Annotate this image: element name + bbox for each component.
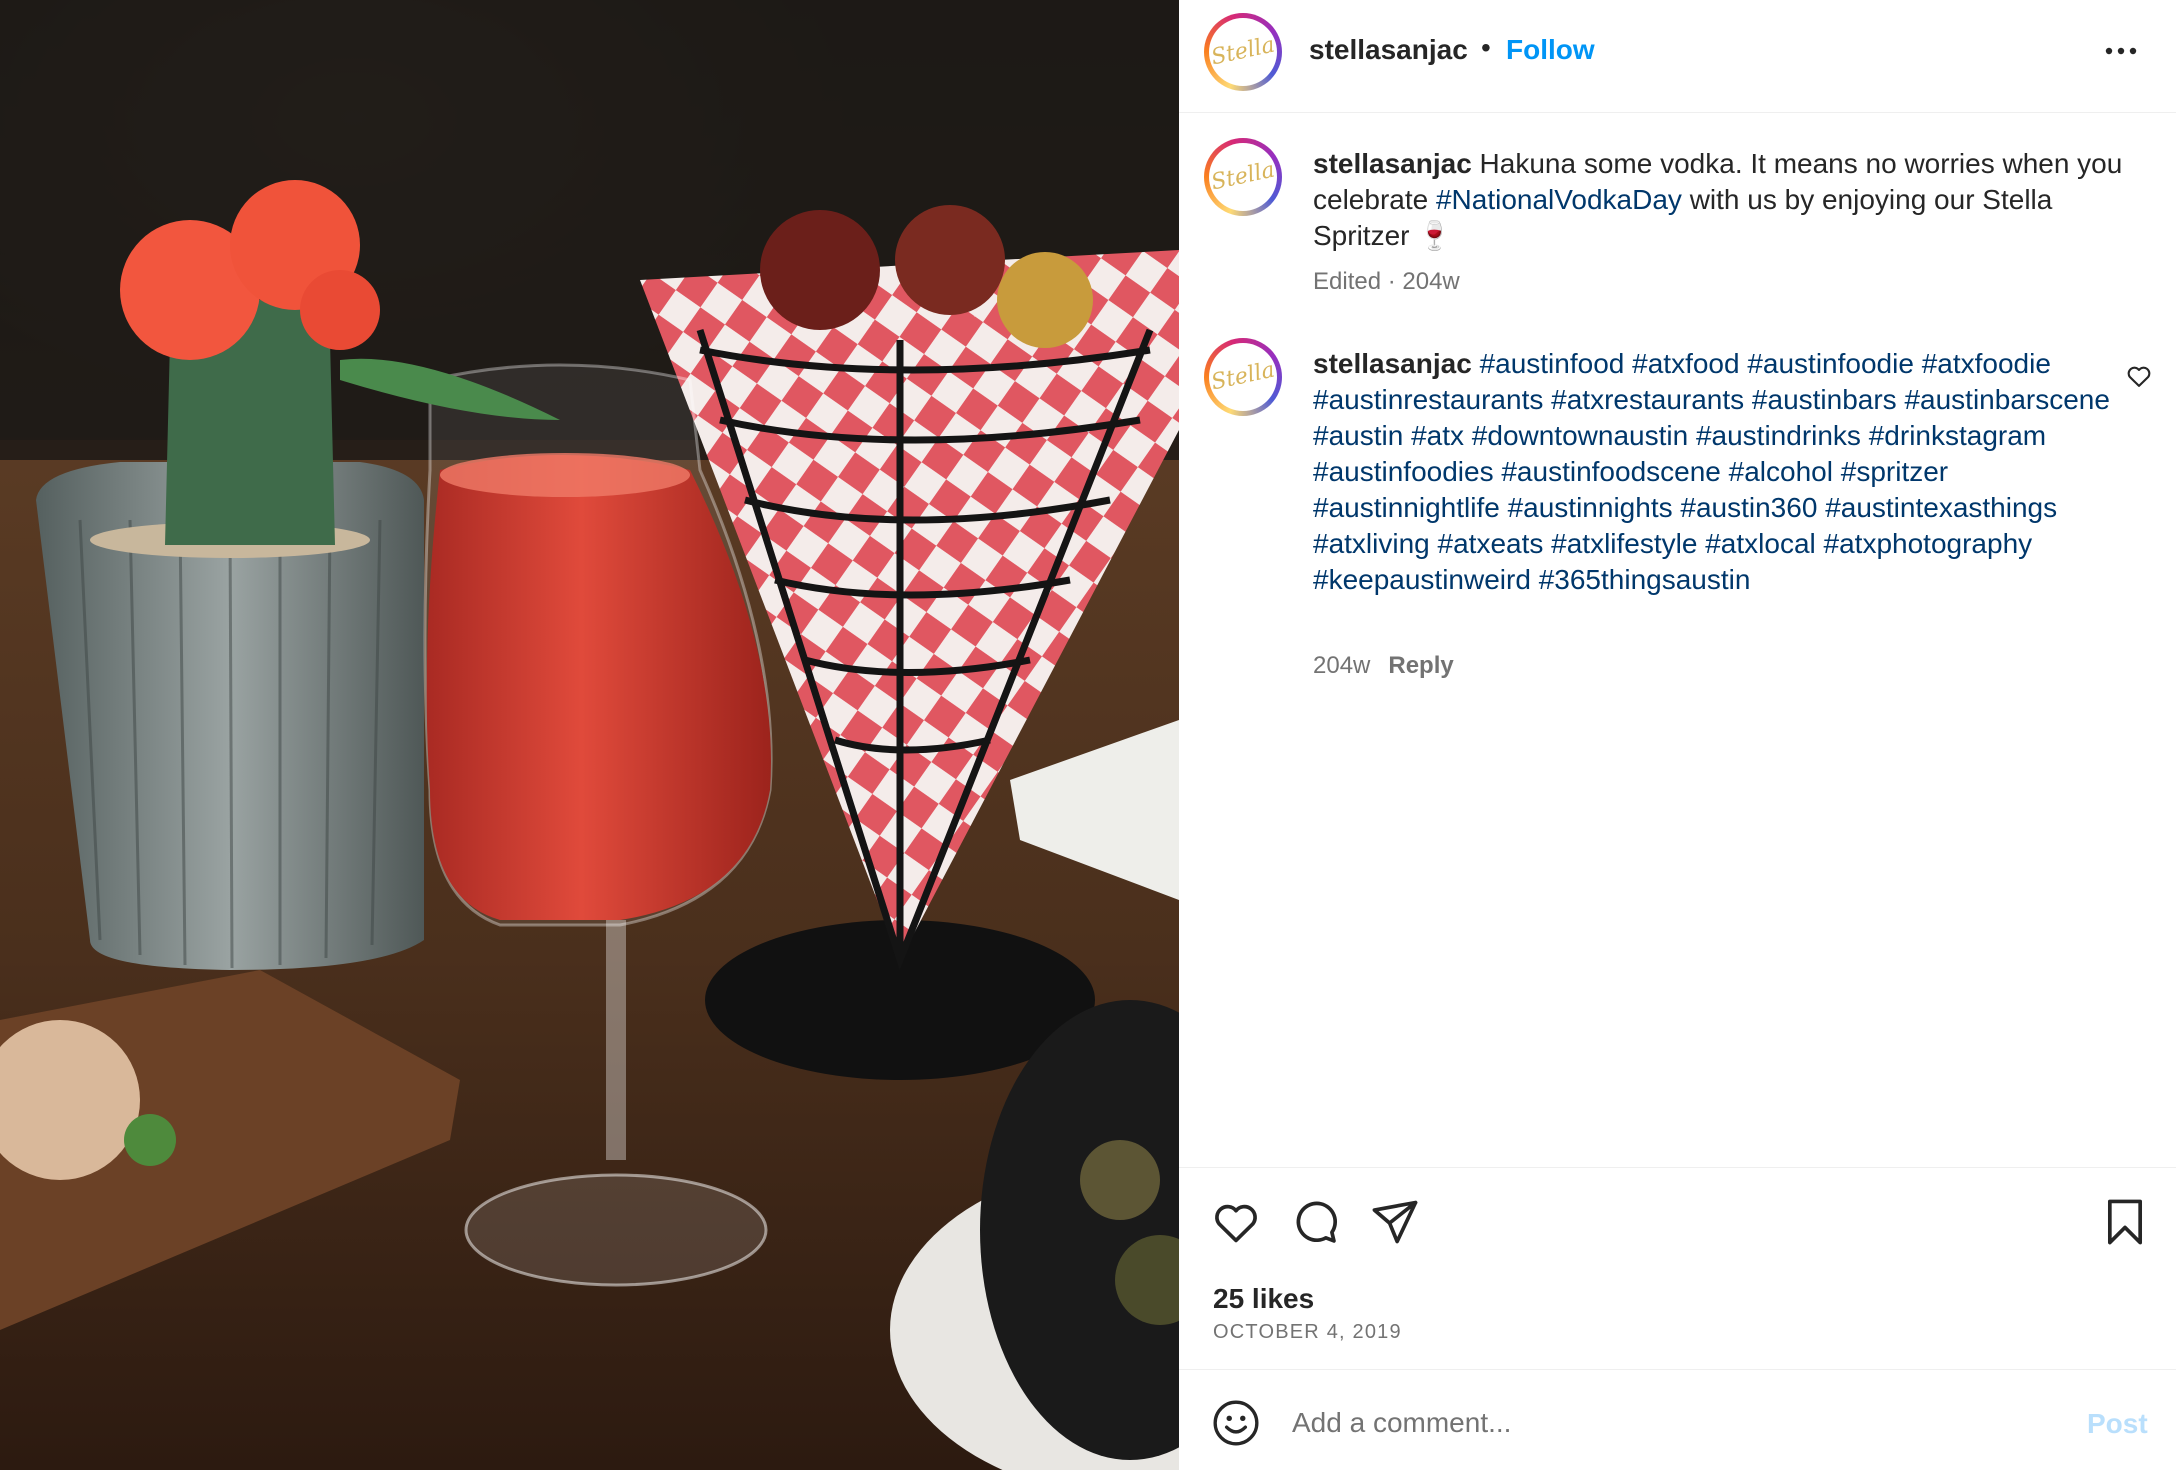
comment-meta: 204w Reply (1313, 652, 1454, 680)
wine-glass-emoji: 🍷 (1417, 220, 1453, 251)
post-photo[interactable] (0, 0, 1179, 1470)
comment-hashtag[interactable]: #365thingsaustin (1539, 564, 1751, 595)
comment-like-heart-icon[interactable] (2125, 362, 2153, 390)
caption-meta: Edited · 204w (1313, 268, 1460, 295)
comment-hashtag[interactable]: #atxphotography (1824, 528, 2033, 559)
comment-hashtag[interactable]: #austindrinks (1696, 420, 1861, 451)
caption-avatar[interactable]: Stella (1204, 138, 1282, 216)
bookmark-icon[interactable] (2099, 1196, 2151, 1248)
stella-logo: Stella (1208, 357, 1277, 396)
post-date: OCTOBER 4, 2019 (1213, 1321, 1402, 1343)
comment-hashtag[interactable]: #austinfoodie (1747, 348, 1914, 379)
reply-button[interactable]: Reply (1388, 652, 1453, 679)
more-horizontal-icon[interactable] (2101, 36, 2141, 66)
emoji-icon[interactable] (1211, 1398, 1261, 1448)
comment-text: stellasanjac #austinfood #atxfood #austi… (1313, 346, 2113, 598)
comment-username[interactable]: stellasanjac (1313, 348, 1472, 379)
comment-hashtag[interactable]: #austinbarscene (1904, 384, 2109, 415)
comment-hashtag[interactable]: #austinfoodies (1313, 456, 1494, 487)
comment-box-divider (1179, 1369, 2176, 1370)
header-divider (1179, 112, 2176, 113)
comment-hashtag[interactable]: #austinbars (1752, 384, 1897, 415)
comment-hashtag[interactable]: #keepaustinweird (1313, 564, 1531, 595)
header-avatar[interactable]: Stella (1204, 13, 1282, 91)
share-icon[interactable] (1369, 1196, 1421, 1248)
actions-divider (1179, 1167, 2176, 1168)
comment-hashtag[interactable]: #atxliving (1313, 528, 1430, 559)
post-details-panel: Stella stellasanjac • Follow Stella stel… (1179, 0, 2176, 1470)
comment-hashtag[interactable]: #drinkstagram (1869, 420, 2046, 451)
comment-hashtag[interactable]: #austinrestaurants (1313, 384, 1543, 415)
caption-username[interactable]: stellasanjac (1313, 148, 1472, 179)
comment-hashtag[interactable]: #austin (1313, 420, 1403, 451)
comment-hashtag[interactable]: #atxeats (1438, 528, 1544, 559)
comment-avatar[interactable]: Stella (1204, 338, 1282, 416)
add-comment-input[interactable] (1292, 1400, 1992, 1446)
comment-time: 204w (1313, 652, 1371, 679)
comment-hashtag[interactable]: #atxfood (1632, 348, 1739, 379)
comment-hashtag[interactable]: #austinfoodscene (1501, 456, 1721, 487)
comment-hashtag[interactable]: #atxlifestyle (1551, 528, 1697, 559)
comment-hashtag[interactable]: #atxfoodie (1922, 348, 2051, 379)
comment-hashtag[interactable]: #alcohol (1729, 456, 1833, 487)
comment-hashtag[interactable]: #austin360 (1680, 492, 1817, 523)
comment-hashtag[interactable]: #atxrestaurants (1551, 384, 1744, 415)
post-comment-button[interactable]: Post (2087, 1408, 2148, 1440)
header-username[interactable]: stellasanjac (1309, 34, 1468, 66)
comment-hashtag[interactable]: #austinnightlife (1313, 492, 1500, 523)
comment-icon[interactable] (1289, 1196, 1341, 1248)
caption-hashtag[interactable]: #NationalVodkaDay (1436, 184, 1682, 215)
follow-button[interactable]: Follow (1506, 34, 1595, 66)
comment-hashtag[interactable]: #austinnights (1508, 492, 1673, 523)
comment-hashtag[interactable]: #austintexasthings (1825, 492, 2057, 523)
comment-hashtag[interactable]: #downtownaustin (1472, 420, 1688, 451)
heart-icon[interactable] (1210, 1196, 1262, 1248)
caption-text: stellasanjac Hakuna some vodka. It means… (1313, 146, 2133, 254)
comment-hashtag[interactable]: #spritzer (1841, 456, 1948, 487)
header-separator: • (1481, 32, 1491, 63)
comment-hashtag[interactable]: #austinfood (1480, 348, 1625, 379)
stella-logo: Stella (1208, 32, 1277, 71)
comment-hashtag[interactable]: #atxlocal (1705, 528, 1816, 559)
comment-hashtag[interactable]: #atx (1411, 420, 1464, 451)
likes-count[interactable]: 25 likes (1213, 1283, 1314, 1315)
photo-illustration (0, 0, 1179, 1470)
stella-logo: Stella (1208, 157, 1277, 196)
